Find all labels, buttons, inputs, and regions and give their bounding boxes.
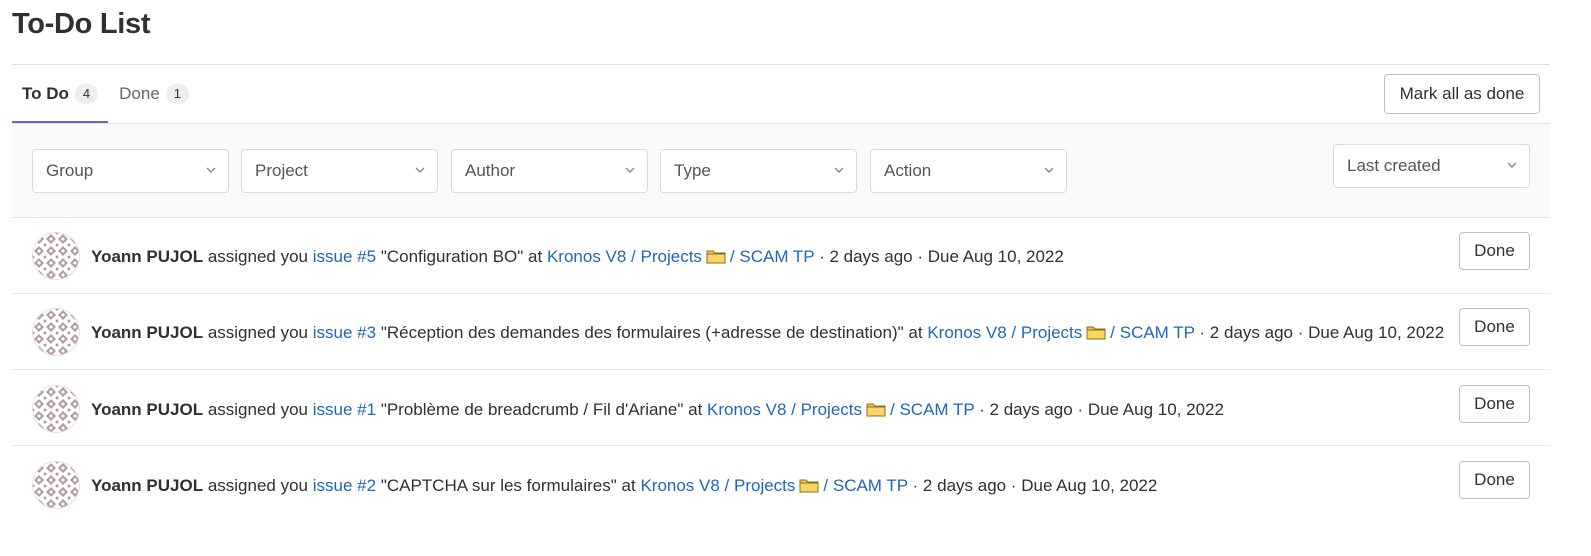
chevron-down-icon (1044, 167, 1054, 173)
todo-author[interactable]: Yoann PUJOL (91, 476, 203, 495)
todo-action: assigned you (207, 476, 309, 495)
project-filter-dropdown[interactable]: Project (241, 149, 438, 193)
issue-title: "CAPTCHA sur les formulaires" (380, 476, 617, 495)
todo-meta: · 2 days ago · Due Aug 10, 2022 (1199, 323, 1445, 342)
issue-title: "Réception des demandes des formulaires … (380, 323, 904, 342)
avatar[interactable] (32, 232, 80, 280)
todo-item[interactable]: Yoann PUJOL assigned you issue #5 "Confi… (12, 218, 1550, 294)
tab-todo-label: To Do (22, 84, 69, 103)
todo-body: Yoann PUJOL assigned you issue #1 "Probl… (91, 400, 1224, 420)
folder-icon (706, 250, 726, 264)
todo-body: Yoann PUJOL assigned you issue #5 "Confi… (91, 247, 1064, 267)
at-text: at (688, 400, 703, 419)
type-filter-label: Type (674, 161, 711, 180)
chevron-down-icon (625, 167, 635, 173)
done-button[interactable]: Done (1459, 308, 1530, 346)
tab-todo[interactable]: To Do 4 (12, 65, 109, 123)
filter-bar: Group Project Author Type Action Last cr… (12, 123, 1550, 218)
tab-done-label: Done (119, 84, 160, 103)
title-divider (12, 64, 1550, 65)
issue-title: "Problème de breadcrumb / Fil d'Ariane" (380, 400, 684, 419)
at-text: at (908, 323, 923, 342)
chevron-down-icon (834, 167, 844, 173)
at-text: at (621, 476, 636, 495)
issue-link[interactable]: issue #3 (313, 323, 376, 342)
todo-action: assigned you (207, 247, 309, 266)
tab-todo-count-badge: 4 (74, 84, 99, 104)
folder-icon (866, 403, 886, 417)
project-filter-label: Project (255, 161, 308, 180)
chevron-down-icon (415, 167, 425, 173)
todo-meta: · 2 days ago · Due Aug 10, 2022 (979, 400, 1224, 419)
chevron-down-icon (1507, 162, 1517, 168)
todo-author[interactable]: Yoann PUJOL (91, 323, 203, 342)
subproject-link[interactable]: / SCAM TP (823, 476, 907, 495)
at-text: at (528, 247, 543, 266)
author-filter-label: Author (465, 161, 516, 180)
todo-tabs: To Do 4 Done 1 (12, 65, 199, 123)
todo-item[interactable]: Yoann PUJOL assigned you issue #3 "Récep… (12, 294, 1550, 370)
mark-all-as-done-button[interactable]: Mark all as done (1384, 74, 1540, 114)
tab-done-count-badge: 1 (165, 84, 190, 104)
todo-meta: · 2 days ago · Due Aug 10, 2022 (819, 247, 1064, 266)
avatar[interactable] (32, 385, 80, 433)
issue-link[interactable]: issue #2 (313, 476, 376, 495)
author-filter-dropdown[interactable]: Author (451, 149, 648, 193)
sort-label: Last created (1347, 156, 1441, 175)
avatar[interactable] (32, 308, 80, 356)
todo-item[interactable]: Yoann PUJOL assigned you issue #2 "CAPTC… (12, 446, 1550, 522)
group-filter-dropdown[interactable]: Group (32, 149, 229, 193)
folder-icon (799, 479, 819, 493)
subproject-link[interactable]: / SCAM TP (890, 400, 974, 419)
issue-link[interactable]: issue #1 (313, 400, 376, 419)
group-filter-label: Group (46, 161, 94, 180)
todo-author[interactable]: Yoann PUJOL (91, 400, 203, 419)
project-link[interactable]: Kronos V8 / Projects (640, 476, 795, 495)
project-link[interactable]: Kronos V8 / Projects (707, 400, 862, 419)
project-link[interactable]: Kronos V8 / Projects (927, 323, 1082, 342)
folder-icon (1086, 326, 1106, 340)
tab-done[interactable]: Done 1 (109, 65, 199, 123)
issue-title: "Configuration BO" (380, 247, 524, 266)
done-button[interactable]: Done (1459, 461, 1530, 499)
chevron-down-icon (206, 167, 216, 173)
done-button[interactable]: Done (1459, 232, 1530, 270)
subproject-link[interactable]: / SCAM TP (1110, 323, 1194, 342)
todo-author[interactable]: Yoann PUJOL (91, 247, 203, 266)
action-filter-label: Action (884, 161, 932, 180)
sort-dropdown[interactable]: Last created (1333, 144, 1530, 188)
todo-meta: · 2 days ago · Due Aug 10, 2022 (912, 476, 1158, 495)
todo-body: Yoann PUJOL assigned you issue #3 "Récep… (91, 323, 1444, 343)
avatar[interactable] (32, 461, 80, 509)
type-filter-dropdown[interactable]: Type (660, 149, 857, 193)
todo-item[interactable]: Yoann PUJOL assigned you issue #1 "Probl… (12, 370, 1550, 446)
issue-link[interactable]: issue #5 (313, 247, 376, 266)
done-button[interactable]: Done (1459, 385, 1530, 423)
todo-action: assigned you (207, 400, 309, 419)
subproject-link[interactable]: / SCAM TP (730, 247, 814, 266)
action-filter-dropdown[interactable]: Action (870, 149, 1067, 193)
todo-body: Yoann PUJOL assigned you issue #2 "CAPTC… (91, 476, 1157, 496)
page-title: To-Do List (12, 8, 151, 40)
project-link[interactable]: Kronos V8 / Projects (547, 247, 702, 266)
todo-action: assigned you (207, 323, 309, 342)
